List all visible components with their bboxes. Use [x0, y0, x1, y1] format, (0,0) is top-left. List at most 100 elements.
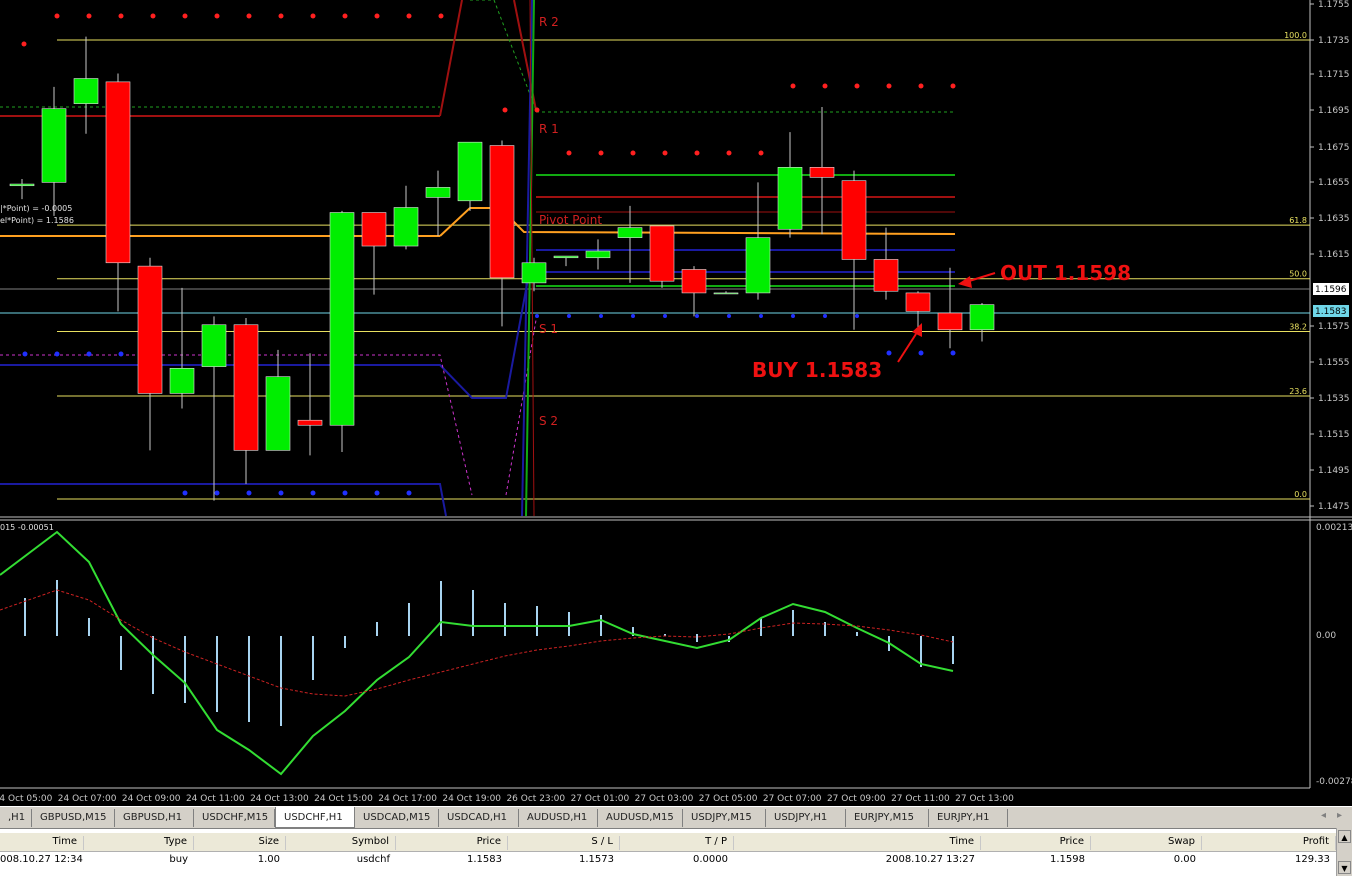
- sar-dot: [694, 150, 700, 156]
- header-symbol[interactable]: Symbol: [286, 836, 396, 850]
- tab-scroll-left-icon[interactable]: ◂: [1321, 810, 1326, 821]
- candle[interactable]: [489, 145, 515, 279]
- candle[interactable]: [361, 212, 387, 247]
- candle[interactable]: [873, 259, 899, 292]
- sar-dot: [598, 150, 604, 156]
- candle[interactable]: [585, 250, 611, 259]
- price-axis-label: 1.1535: [1318, 394, 1350, 404]
- header-close-time[interactable]: Time: [734, 836, 981, 850]
- candle[interactable]: [649, 225, 675, 282]
- trade-swap: 0.00: [1173, 854, 1196, 865]
- sar-dot-blue: [567, 314, 571, 318]
- sar-dot: [21, 41, 27, 47]
- sar-dot-blue: [663, 314, 667, 318]
- candle[interactable]: [105, 81, 131, 264]
- chart-canvas[interactable]: 100.0 61.8 50.0 38.2 23.6 0.0 R 2 R 1 Pivot Poin…: [0, 0, 1352, 806]
- chart-tab[interactable]: EURJPY,H1: [929, 809, 1008, 827]
- sar-dot: [566, 150, 572, 156]
- sar-dot: [822, 83, 828, 89]
- time-axis-label: 24 Oct 19:00: [442, 794, 501, 804]
- chart-tab[interactable]: USDCHF,M15: [194, 809, 275, 827]
- indicator-label: 015 -0.00051: [0, 523, 54, 532]
- header-close-price[interactable]: Price: [981, 836, 1091, 850]
- sar-dot-blue: [791, 314, 795, 318]
- pivot-label-r2: R 2: [539, 15, 559, 29]
- chart-tab[interactable]: EURJPY,M15: [846, 809, 929, 827]
- sar-dot: [790, 83, 796, 89]
- fib-level-label: 0.0: [1294, 490, 1307, 499]
- chart-tab[interactable]: AUDUSD,H1: [519, 809, 598, 827]
- candle[interactable]: [745, 237, 771, 294]
- header-size[interactable]: Size: [194, 836, 286, 850]
- time-axis-label: 27 Oct 01:00: [571, 794, 630, 804]
- sar-dot-blue: [886, 350, 892, 356]
- chart-tab[interactable]: USDCAD,H1: [439, 809, 519, 827]
- time-axis-label: 24 Oct 11:00: [186, 794, 245, 804]
- candle[interactable]: [681, 269, 707, 294]
- header-sl[interactable]: S / L: [508, 836, 620, 850]
- chart-tab[interactable]: USDCHF,H1: [275, 807, 355, 828]
- fib-level-label: 38.2: [1289, 322, 1307, 331]
- bid-price-label: 1.1583: [1315, 307, 1347, 317]
- candle[interactable]: [809, 167, 835, 178]
- header-time[interactable]: Time: [0, 836, 84, 850]
- chart-tab[interactable]: USDJPY,M15: [683, 809, 766, 827]
- price-axis-label: 1.1755: [1318, 0, 1350, 10]
- time-axis-label: 24 Oct 07:00: [58, 794, 117, 804]
- price-chart[interactable]: 100.0 61.8 50.0 38.2 23.6 0.0 R 2 R 1 Pivot Poin…: [0, 0, 1352, 806]
- candle[interactable]: [73, 78, 99, 104]
- candle[interactable]: [265, 376, 291, 451]
- chart-tab[interactable]: USDJPY,H1: [766, 809, 846, 827]
- header-price[interactable]: Price: [396, 836, 508, 850]
- chart-tab[interactable]: USDCAD,M15: [355, 809, 439, 827]
- candle[interactable]: [169, 367, 195, 394]
- sar-dot: [86, 13, 92, 19]
- candle[interactable]: [393, 207, 419, 247]
- time-axis-label: 24 Oct 09:00: [122, 794, 181, 804]
- candle[interactable]: [713, 292, 739, 295]
- candle[interactable]: [9, 183, 35, 187]
- chart-tab[interactable]: GBPUSD,H1: [115, 809, 194, 827]
- header-tp[interactable]: T / P: [620, 836, 734, 850]
- candle[interactable]: [457, 141, 483, 202]
- candle[interactable]: [937, 312, 963, 331]
- indicator-text-1: |*Point) = -0.0005: [0, 204, 72, 213]
- trade-close-price: 1.1598: [1050, 854, 1085, 865]
- candle[interactable]: [521, 262, 547, 284]
- candle[interactable]: [201, 324, 227, 367]
- candle[interactable]: [841, 180, 867, 260]
- sar-dot: [758, 150, 764, 156]
- sar-dot: [630, 150, 636, 156]
- candle[interactable]: [777, 167, 803, 230]
- scroll-up-icon[interactable]: ▲: [1338, 830, 1351, 843]
- candle[interactable]: [553, 255, 579, 259]
- sar-dot: [310, 13, 316, 19]
- sar-dot-blue: [823, 314, 827, 318]
- candle[interactable]: [233, 324, 259, 451]
- candle[interactable]: [969, 304, 995, 331]
- price-axis-label: 1.1675: [1318, 143, 1350, 153]
- sar-dot-blue: [599, 314, 603, 318]
- tab-scroll-right-icon[interactable]: ▸: [1337, 810, 1342, 821]
- chart-tab[interactable]: GBPUSD,M15: [32, 809, 115, 827]
- sar-dot: [918, 83, 924, 89]
- chart-tab[interactable]: ,H1: [0, 809, 32, 827]
- trade-open-price: 1.1583: [467, 854, 502, 865]
- scroll-down-icon[interactable]: ▼: [1338, 861, 1351, 874]
- time-axis-label: 27 Oct 07:00: [763, 794, 822, 804]
- candle[interactable]: [297, 419, 323, 426]
- candle[interactable]: [905, 292, 931, 312]
- terminal-scrollbar[interactable]: ▲ ▼: [1336, 828, 1352, 876]
- candle[interactable]: [137, 265, 163, 394]
- candle[interactable]: [329, 212, 355, 426]
- sar-dot-blue: [695, 314, 699, 318]
- chart-tab[interactable]: AUDUSD,M15: [598, 809, 683, 827]
- candle[interactable]: [41, 108, 67, 183]
- header-profit[interactable]: Profit: [1202, 836, 1336, 850]
- trade-symbol: usdchf: [356, 854, 390, 865]
- indicator-axis-bottom: -0.00278: [1316, 777, 1352, 787]
- header-swap[interactable]: Swap: [1091, 836, 1202, 850]
- candle[interactable]: [617, 227, 643, 238]
- header-type[interactable]: Type: [84, 836, 194, 850]
- candle[interactable]: [425, 187, 451, 198]
